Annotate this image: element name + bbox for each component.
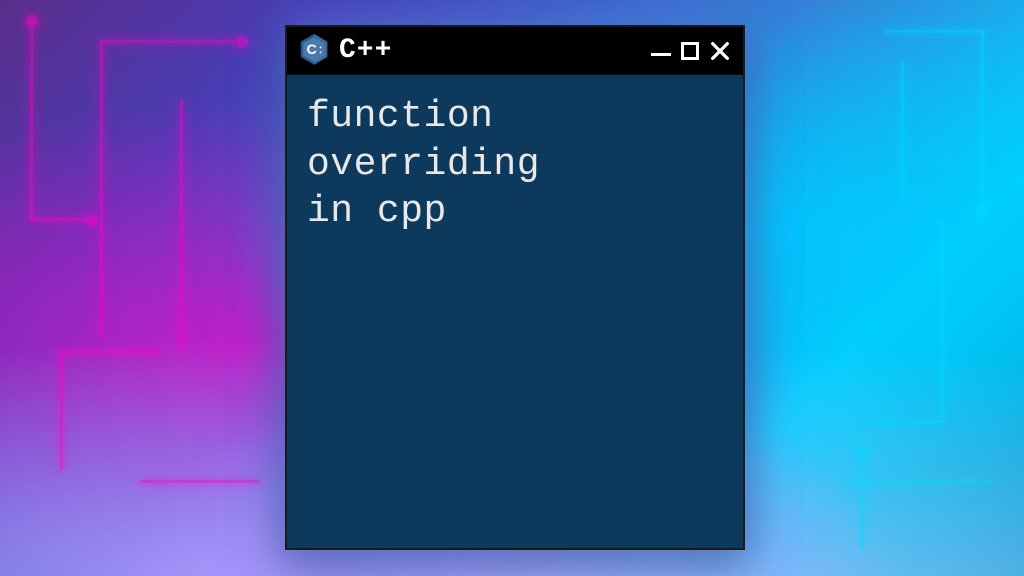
title-bar[interactable]: C + + C++: [287, 27, 743, 75]
window-controls: [651, 40, 731, 62]
terminal-body[interactable]: function overriding in cpp: [287, 75, 743, 548]
terminal-window: C + + C++ function overriding in cpp: [285, 25, 745, 550]
maximize-button[interactable]: [681, 42, 699, 60]
svg-text:+: +: [319, 51, 322, 56]
cpp-logo-icon: C + +: [299, 34, 329, 68]
window-title: C++: [339, 35, 651, 66]
minimize-button[interactable]: [651, 45, 671, 56]
terminal-content: function overriding in cpp: [307, 93, 723, 236]
close-button[interactable]: [709, 40, 731, 62]
svg-text:+: +: [319, 45, 322, 50]
svg-text:C: C: [307, 42, 317, 58]
